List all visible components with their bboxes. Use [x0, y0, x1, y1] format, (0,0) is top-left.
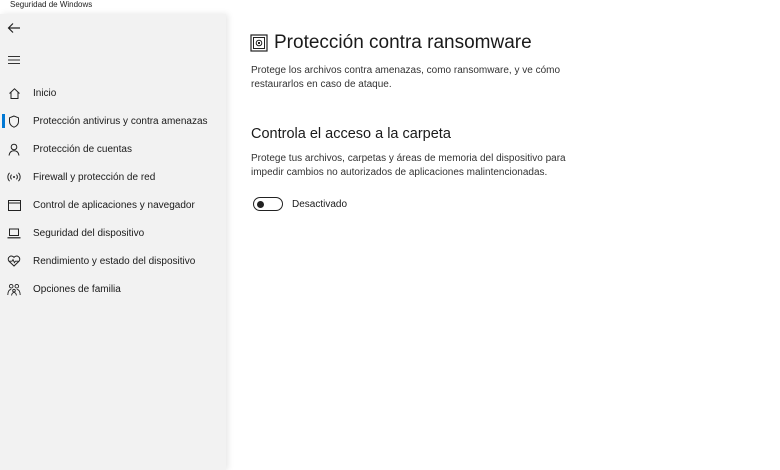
title-bar: Seguridad de Windows — [0, 0, 780, 14]
wireless-icon — [7, 170, 21, 184]
shield-icon — [7, 114, 21, 128]
main-content: Protección contra ransomware Protege los… — [226, 14, 780, 470]
sidebar-item-label: Control de aplicaciones y navegador — [33, 199, 195, 211]
section-description: Protege tus archivos, carpetas y áreas d… — [251, 153, 566, 178]
heart-icon — [7, 254, 21, 268]
sidebar-item-inicio[interactable]: Inicio — [0, 79, 226, 107]
sidebar-item-dispositivo[interactable]: Seguridad del dispositivo — [0, 219, 226, 247]
sidebar-item-label: Inicio — [33, 87, 57, 99]
sidebar-nav: Inicio Protección antivirus y contra ame… — [0, 79, 226, 303]
page-title: Protección contra ransomware — [274, 32, 532, 53]
page-intro: Protege los archivos contra amenazas, co… — [251, 65, 561, 90]
sidebar-item-cuentas[interactable]: Protección de cuentas — [0, 135, 226, 163]
sidebar-item-label: Protección de cuentas — [33, 143, 132, 155]
sidebar-item-rendimiento[interactable]: Rendimiento y estado del dispositivo — [0, 247, 226, 275]
sidebar-item-label: Seguridad del dispositivo — [33, 227, 145, 239]
ransomware-protection-icon — [250, 34, 268, 52]
sidebar-item-label: Rendimiento y estado del dispositivo — [33, 255, 196, 267]
sidebar-item-aplicaciones[interactable]: Control de aplicaciones y navegador — [0, 191, 226, 219]
sidebar-item-firewall[interactable]: Firewall y protección de red — [0, 163, 226, 191]
hamburger-icon — [8, 56, 20, 64]
person-icon — [7, 142, 21, 156]
sidebar-item-familia[interactable]: Opciones de familia — [0, 275, 226, 303]
sidebar-item-antivirus[interactable]: Protección antivirus y contra amenazas — [0, 107, 226, 135]
sidebar: Inicio Protección antivirus y contra ame… — [0, 14, 226, 470]
page-header: Protección contra ransomware — [250, 32, 532, 54]
controlled-folder-access-toggle-row: Desactivado — [253, 197, 347, 211]
home-icon — [7, 86, 21, 100]
back-button[interactable] — [3, 17, 25, 39]
app-window-icon — [7, 198, 21, 212]
menu-button[interactable] — [3, 49, 25, 71]
laptop-icon — [7, 226, 21, 240]
toggle-state-label: Desactivado — [292, 198, 348, 210]
section-title: Controla el acceso a la carpeta — [251, 126, 451, 142]
toggle-knob — [257, 200, 264, 208]
controlled-folder-access-toggle[interactable] — [253, 197, 283, 211]
sidebar-item-label: Opciones de familia — [33, 283, 121, 295]
back-arrow-icon — [7, 23, 20, 33]
sidebar-item-label: Protección antivirus y contra amenazas — [33, 115, 208, 127]
family-icon — [7, 282, 21, 296]
sidebar-item-label: Firewall y protección de red — [33, 171, 156, 183]
window-title: Seguridad de Windows — [10, 0, 93, 9]
